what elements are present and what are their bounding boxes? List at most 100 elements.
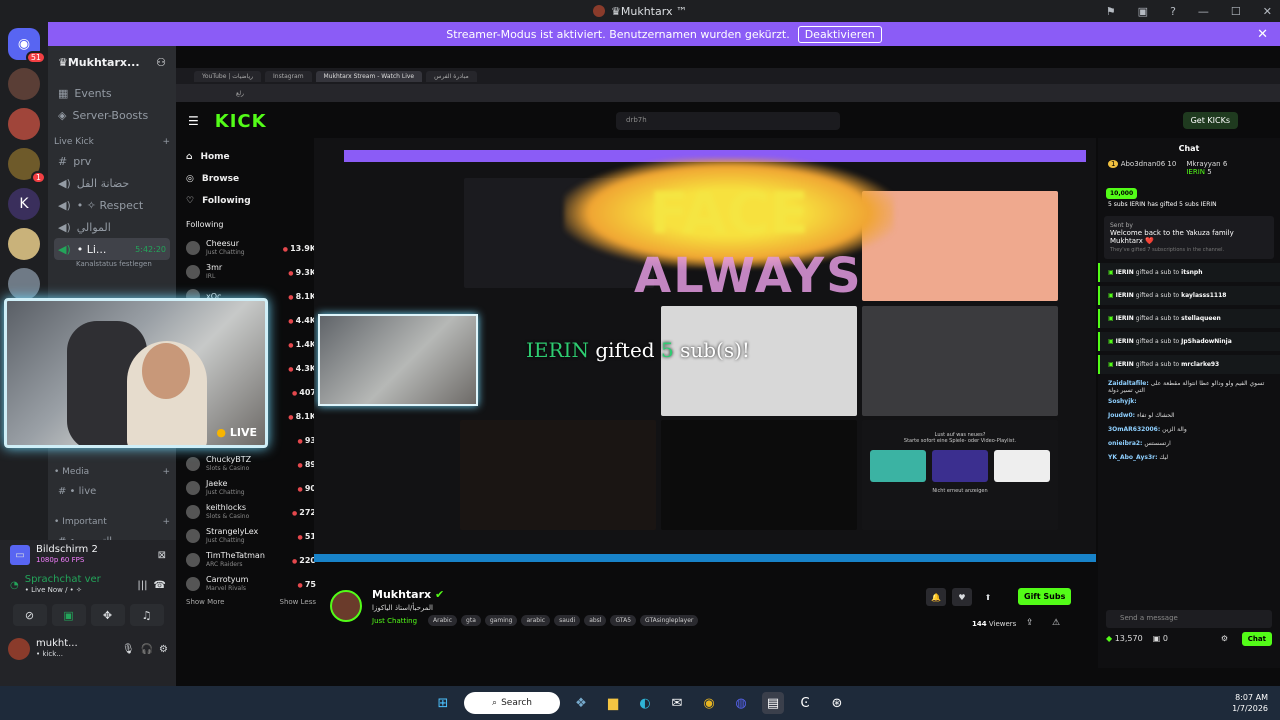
mail-icon[interactable]: ✉ — [666, 692, 688, 714]
report-icon[interactable]: ⚠ — [1052, 618, 1060, 628]
start-icon[interactable]: ⊞ — [432, 692, 454, 714]
kicks-balance[interactable]: ◆ 13,570 — [1106, 634, 1143, 643]
add-channel-icon[interactable]: + — [162, 137, 170, 147]
channel-prv[interactable]: # prv — [54, 150, 170, 172]
points-balance[interactable]: ▣ 0 — [1153, 634, 1168, 643]
following-item[interactable]: keithlocksSlots & Casino 272 — [186, 500, 316, 524]
gift-target[interactable]: mrclarke93 — [1181, 361, 1219, 368]
minimize-icon[interactable]: — — [1198, 5, 1209, 18]
streamer-avatar[interactable] — [330, 590, 362, 622]
gift-target[interactable]: kaylasss1118 — [1181, 292, 1226, 299]
kick-logo[interactable]: KICK — [215, 111, 267, 132]
system-clock[interactable]: 8:07 AM 1/7/2026 — [1232, 692, 1268, 714]
chat-username[interactable]: YK_Abo_Ays3r: — [1108, 454, 1158, 461]
chat-username[interactable]: Joudw0: — [1108, 412, 1135, 419]
streamer-name[interactable]: Mukhtarx ✔ — [372, 588, 444, 601]
address-bar[interactable]: رلع — [176, 84, 1280, 102]
quiz-thumb[interactable] — [932, 450, 988, 482]
channel-respect[interactable]: ◀) • ✧ Respect — [54, 194, 170, 216]
chat-username[interactable]: 3OmAR632006: — [1108, 426, 1160, 433]
headphones-icon[interactable]: 🎧 — [141, 644, 153, 655]
taskbar-search[interactable]: ⌕ Search — [464, 692, 560, 714]
following-item[interactable]: JaekeJust Chatting90 — [186, 476, 316, 500]
steam-icon[interactable]: ⊛ — [826, 692, 848, 714]
chat-username[interactable]: onieibra2: — [1108, 440, 1142, 447]
disconnect-icon[interactable]: ☎ — [154, 580, 166, 591]
chat-settings-icon[interactable]: ⚙ — [1221, 634, 1228, 643]
stream-tag[interactable]: gta — [461, 615, 481, 626]
category-media[interactable]: • Media + — [54, 464, 170, 480]
gift-target[interactable]: stellaqueen — [1181, 315, 1221, 322]
following-item[interactable]: CheesurJust Chatting 13.9K — [186, 236, 316, 260]
gifter[interactable]: IERIN — [1116, 292, 1134, 299]
camera-off-button[interactable]: ⊘ — [12, 604, 47, 626]
screen-share-button[interactable]: ▣ — [51, 604, 86, 626]
copilot-icon[interactable]: ❖ — [570, 692, 592, 714]
chat-input[interactable]: Send a message — [1106, 610, 1272, 628]
banner-close-icon[interactable]: ✕ — [1257, 27, 1268, 42]
browser-tab[interactable]: Instagram — [265, 70, 312, 82]
app-icon[interactable]: Ͼ — [794, 692, 816, 714]
events-item[interactable]: ▦ Events — [54, 82, 170, 104]
streamlabs-icon[interactable]: ▤ — [762, 692, 784, 714]
voice-label[interactable]: Sprachchat ver — [25, 574, 101, 585]
stop-share-icon[interactable]: ⊠ — [158, 550, 166, 561]
stream-tag[interactable]: arabic — [521, 615, 551, 626]
channel-live[interactable]: ◀) • Li... 5:42:20 — [54, 238, 170, 260]
video-player[interactable]: Lust auf was neues? Starte sofort eine S… — [314, 138, 1096, 562]
stream-tag[interactable]: GTA5 — [610, 615, 637, 626]
file-explorer-icon[interactable]: ▆ — [602, 692, 624, 714]
avatar[interactable] — [8, 638, 30, 660]
gifter[interactable]: IERIN — [1116, 269, 1134, 276]
kick-server-icon[interactable]: K — [8, 188, 40, 220]
gifter[interactable]: IERIN — [1116, 361, 1134, 368]
browser-tab-active[interactable]: Mukhtarx Stream - Watch Live — [315, 70, 423, 82]
following-item[interactable]: CarrotyumMarvel Rivals75 — [186, 572, 316, 596]
guild-header[interactable]: ♛Mukhtarx... ⚇ — [48, 46, 176, 78]
stream-tag[interactable]: absl — [584, 615, 607, 626]
discord-icon[interactable]: ◍ — [730, 692, 752, 714]
server-boosts-item[interactable]: ◈ Server-Boosts — [54, 104, 170, 126]
video-thumb[interactable] — [994, 450, 1050, 482]
stream-tag[interactable]: gaming — [484, 615, 518, 626]
stream-category[interactable]: Just Chatting — [372, 617, 417, 625]
notification-bell-icon[interactable]: 🔔 — [926, 588, 946, 606]
following-item[interactable]: StrangelyLexJust Chatting51 — [186, 524, 316, 548]
nav-home[interactable]: ⌂ Home — [186, 146, 316, 168]
gift-icon[interactable]: ⬆ — [978, 588, 998, 606]
add-user-icon[interactable]: ⚇ — [156, 56, 166, 69]
help-icon[interactable]: ? — [1170, 5, 1176, 18]
chat-send-button[interactable]: Chat — [1241, 632, 1272, 646]
inbox-icon[interactable]: ⚑ — [1106, 5, 1116, 18]
gifter-1[interactable]: 1 Abo3dnan06 10 — [1108, 160, 1176, 176]
gift-target[interactable]: JpShadowNinja — [1181, 338, 1232, 345]
edge-icon[interactable]: ◐ — [634, 692, 656, 714]
maximize-icon[interactable]: ☐ — [1231, 5, 1241, 18]
settings-gear-icon[interactable]: ⚙ — [159, 644, 168, 655]
deactivate-button[interactable]: Deaktivieren — [797, 25, 882, 43]
server-icon-3[interactable]: 1 — [8, 148, 46, 184]
get-kicks-button[interactable]: Get KICKs — [1182, 112, 1238, 129]
gifter[interactable]: IERIN — [1116, 338, 1134, 345]
search-input[interactable]: drb7h — [616, 112, 840, 130]
activities-button[interactable]: ✥ — [90, 604, 125, 626]
mic-icon[interactable]: 🎙 — [122, 644, 135, 655]
gifter-2[interactable]: Mkrayyan 6 IERIN 5 — [1186, 160, 1227, 176]
channel-voice-3[interactable]: ◀) الموالي — [54, 216, 170, 238]
gift-subs-button[interactable]: Gift Subs — [1018, 588, 1072, 605]
server-icon-2[interactable] — [8, 108, 40, 140]
stream-tag[interactable]: saudi — [554, 615, 581, 626]
menu-icon[interactable]: ☰ — [188, 114, 199, 128]
add-channel-icon[interactable]: + — [162, 467, 170, 477]
browser-tab[interactable]: مبادرة الفرس — [426, 70, 477, 82]
channel-live-text[interactable]: # • live — [54, 480, 170, 502]
noise-icon[interactable]: ||| — [137, 580, 147, 591]
chat-username[interactable]: Soshyjk: — [1108, 398, 1137, 405]
following-item[interactable]: ChuckyBTZSlots & Casino89 — [186, 452, 316, 476]
stream-tag[interactable]: GTAsingleplayer — [640, 615, 699, 626]
screen-share-icon[interactable]: ▣ — [1138, 5, 1148, 18]
channel-voice-1[interactable]: ◀) حضانة الفل — [54, 172, 170, 194]
soundboard-button[interactable]: ♫ — [129, 604, 164, 626]
nav-browse[interactable]: ◎ Browse — [186, 168, 316, 190]
channel-status-hint[interactable]: Kanalstatus festlegen — [54, 260, 170, 268]
